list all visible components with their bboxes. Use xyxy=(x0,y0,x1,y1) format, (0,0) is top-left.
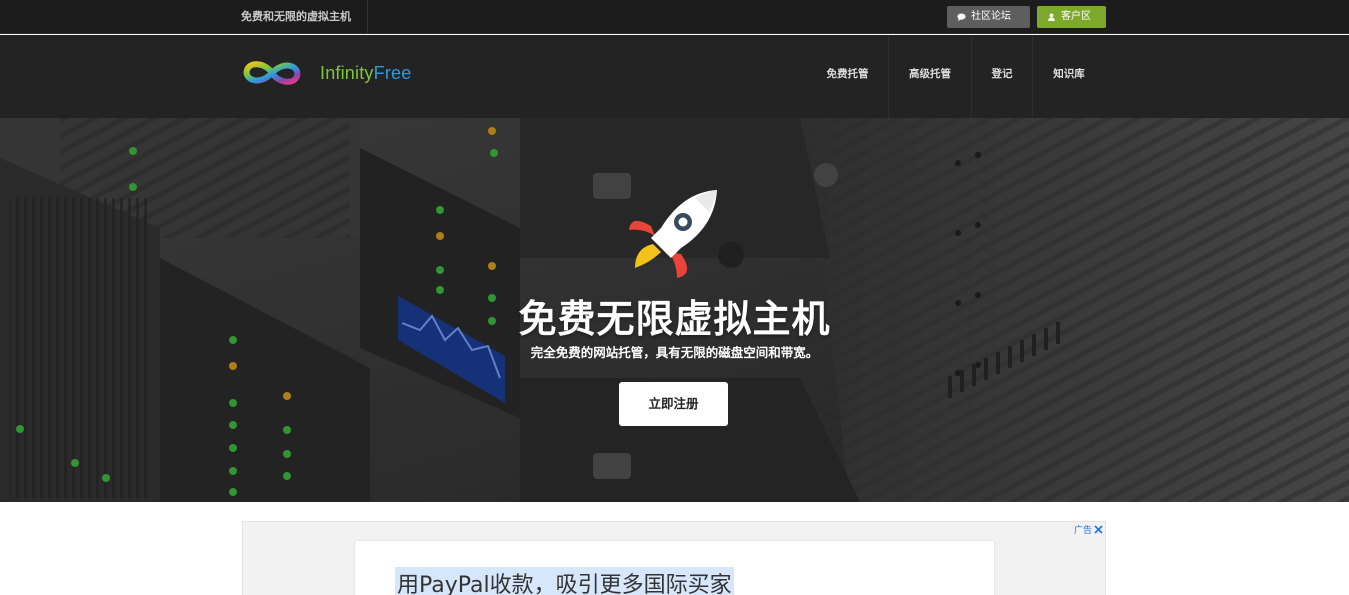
nav-knowledge-base[interactable]: 知识库 xyxy=(1033,35,1105,118)
logo-word-free: Free xyxy=(373,62,412,83)
main-header: InfinityFree 免费托管 高级托管 登记 知识库 xyxy=(0,35,1349,118)
client-area-button[interactable]: 客户区 xyxy=(1037,6,1106,28)
ad-banner[interactable]: 广告 用PayPal收款，吸引更多国际买家 xyxy=(242,521,1106,595)
ad-card[interactable]: 用PayPal收款，吸引更多国际买家 xyxy=(354,540,995,595)
client-button-label: 客户区 xyxy=(1061,11,1091,22)
rocket-icon xyxy=(629,190,717,278)
register-now-button[interactable]: 立即注册 xyxy=(619,382,728,426)
hero-section: 免费无限虚拟主机 完全免费的网站托管，具有无限的磁盘空间和带宽。 立即注册 xyxy=(0,118,1349,502)
forum-button-label: 社区论坛 xyxy=(971,11,1011,22)
site-tagline: 免费和无限的虚拟主机 xyxy=(241,0,368,34)
logo-word-infinity: Infinity xyxy=(320,62,374,83)
ad-choices-badge[interactable]: 广告 xyxy=(1074,523,1103,536)
close-icon[interactable] xyxy=(1094,525,1103,534)
top-bar: 免费和无限的虚拟主机 社区论坛 客户区 xyxy=(0,0,1349,34)
community-forum-button[interactable]: 社区论坛 xyxy=(947,6,1030,28)
hero-subtitle: 完全免费的网站托管，具有无限的磁盘空间和带宽。 xyxy=(530,345,819,360)
ad-badge-label: 广告 xyxy=(1073,526,1092,536)
user-icon xyxy=(1048,13,1055,21)
chat-bubble-icon xyxy=(957,13,966,21)
nav-register[interactable]: 登记 xyxy=(972,35,1033,118)
nav-free-hosting[interactable]: 免费托管 xyxy=(807,35,889,118)
hero-title: 免费无限虚拟主机 xyxy=(518,297,831,341)
main-nav: 免费托管 高级托管 登记 知识库 xyxy=(807,35,1105,118)
ad-headline[interactable]: 用PayPal收款，吸引更多国际买家 xyxy=(395,567,734,595)
nav-premium-hosting[interactable]: 高级托管 xyxy=(889,35,972,118)
infinity-logo-icon xyxy=(243,61,301,85)
site-logo[interactable]: InfinityFree xyxy=(241,56,411,90)
logo-wordmark: InfinityFree xyxy=(320,63,411,84)
